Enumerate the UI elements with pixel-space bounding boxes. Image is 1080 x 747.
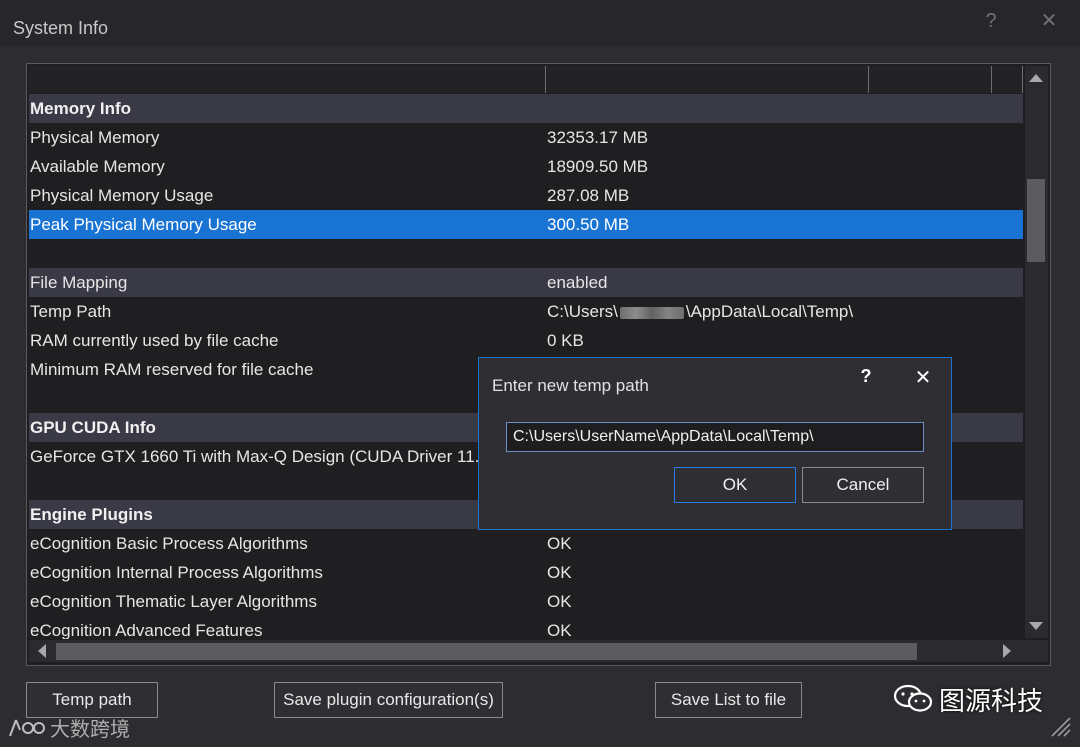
ok-button[interactable]: OK (674, 467, 796, 503)
left-watermark: 大数跨境 (6, 713, 130, 742)
scroll-down-icon[interactable] (1029, 622, 1043, 630)
save-plugin-configuration-button[interactable]: Save plugin configuration(s) (274, 682, 503, 718)
row-label: RAM currently used by file cache (30, 331, 279, 350)
temp-path-input[interactable]: C:\Users\UserName\AppData\Local\Temp\ (506, 422, 924, 452)
row-label: eCognition Internal Process Algorithms (30, 563, 323, 582)
row-value: enabled (547, 273, 608, 292)
table-row[interactable]: Physical Memory Usage 287.08 MB (29, 181, 1023, 210)
list-header (29, 66, 1023, 93)
table-row[interactable]: eCognition Basic Process Algorithms OK (29, 529, 1023, 558)
row-value: OK (547, 621, 572, 639)
dialog-title: Enter new temp path (492, 376, 649, 395)
table-row[interactable]: eCognition Advanced Features OK (29, 616, 1023, 639)
row-value: 300.50 MB (547, 215, 630, 234)
table-row[interactable]: Temp Path C:\Users\ \AppData\Local\Temp\ (29, 297, 1023, 326)
table-row[interactable]: RAM currently used by file cache 0 KB (29, 326, 1023, 355)
scroll-up-icon[interactable] (1029, 74, 1043, 82)
row-label: File Mapping (30, 273, 128, 292)
table-row[interactable]: eCognition Thematic Layer Algorithms OK (29, 587, 1023, 616)
system-info-window: System Info ? ✕ Memory Info Physical Memo… (0, 0, 1080, 747)
resize-grip-icon[interactable] (1048, 714, 1072, 738)
row-value: 32353.17 MB (547, 128, 649, 147)
row-value: 18909.50 MB (547, 157, 649, 176)
column-header-2[interactable] (545, 66, 869, 93)
row-label: eCognition Thematic Layer Algorithms (30, 592, 317, 611)
column-header-4[interactable] (991, 66, 1023, 93)
wechat-icon (893, 684, 933, 712)
row-label: Physical Memory Usage (30, 186, 214, 205)
watermark-logo-icon (9, 719, 45, 736)
row-value: OK (547, 592, 572, 611)
row-label: Engine Plugins (30, 505, 153, 524)
row-value: 0 KB (547, 331, 584, 350)
row-label: Available Memory (30, 157, 165, 176)
row-label: Peak Physical Memory Usage (30, 215, 257, 234)
temp-path-dialog: Enter new temp path ? ✕ C:\Users\UserNam… (478, 357, 952, 530)
column-header-3[interactable] (868, 66, 992, 93)
close-icon[interactable]: ✕ (1036, 8, 1062, 34)
table-row[interactable]: File Mapping enabled (29, 268, 1023, 297)
row-label: Memory Info (30, 99, 132, 118)
row-label: Minimum RAM reserved for file cache (30, 360, 314, 379)
row-label: Temp Path (30, 302, 112, 321)
row-value: 287.08 MB (547, 186, 630, 205)
table-row[interactable]: Available Memory 18909.50 MB (29, 152, 1023, 181)
vertical-scroll-thumb[interactable] (1027, 179, 1045, 262)
section-header-row[interactable]: Memory Info (29, 94, 1023, 123)
scroll-corner (1025, 640, 1048, 662)
row-label: Physical Memory (30, 128, 160, 147)
path-suffix: \AppData\Local\Temp\ (685, 302, 854, 321)
window-title: System Info (13, 18, 109, 38)
dialog-help-icon[interactable]: ? (854, 366, 878, 387)
dialog-close-icon[interactable]: ✕ (911, 365, 935, 390)
help-icon[interactable]: ? (978, 8, 1004, 34)
left-watermark-text: 大数跨境 (50, 717, 130, 741)
scroll-left-icon[interactable] (38, 644, 46, 658)
table-row[interactable] (29, 239, 1023, 268)
row-label: GeForce GTX 1660 Ti with Max-Q Design (C… (30, 447, 489, 466)
row-value: OK (547, 563, 572, 582)
row-value: OK (547, 534, 572, 553)
vertical-scrollbar[interactable] (1025, 66, 1048, 638)
brand-watermark-text: 图源科技 (939, 686, 1044, 717)
scroll-right-icon[interactable] (1003, 644, 1011, 658)
row-label: eCognition Basic Process Algorithms (30, 534, 308, 553)
row-label: eCognition Advanced Features (30, 621, 263, 639)
table-row[interactable]: Physical Memory 32353.17 MB (29, 123, 1023, 152)
column-header-1[interactable] (29, 66, 546, 93)
table-row[interactable]: Peak Physical Memory Usage 300.50 MB (29, 210, 1023, 239)
path-prefix: C:\Users\ (547, 302, 618, 321)
brand-watermark: 图源科技 (893, 682, 1044, 717)
row-value: C:\Users\ \AppData\Local\Temp\ (547, 297, 853, 326)
title-bar: System Info ? ✕ (0, 0, 1080, 46)
horizontal-scrollbar[interactable] (29, 640, 1025, 662)
table-row[interactable]: eCognition Internal Process Algorithms OK (29, 558, 1023, 587)
cancel-button[interactable]: Cancel (802, 467, 924, 503)
save-list-to-file-button[interactable]: Save List to file (655, 682, 802, 718)
redacted-username (619, 306, 684, 319)
row-label: GPU CUDA Info (30, 418, 156, 437)
horizontal-scroll-thumb[interactable] (56, 643, 917, 660)
